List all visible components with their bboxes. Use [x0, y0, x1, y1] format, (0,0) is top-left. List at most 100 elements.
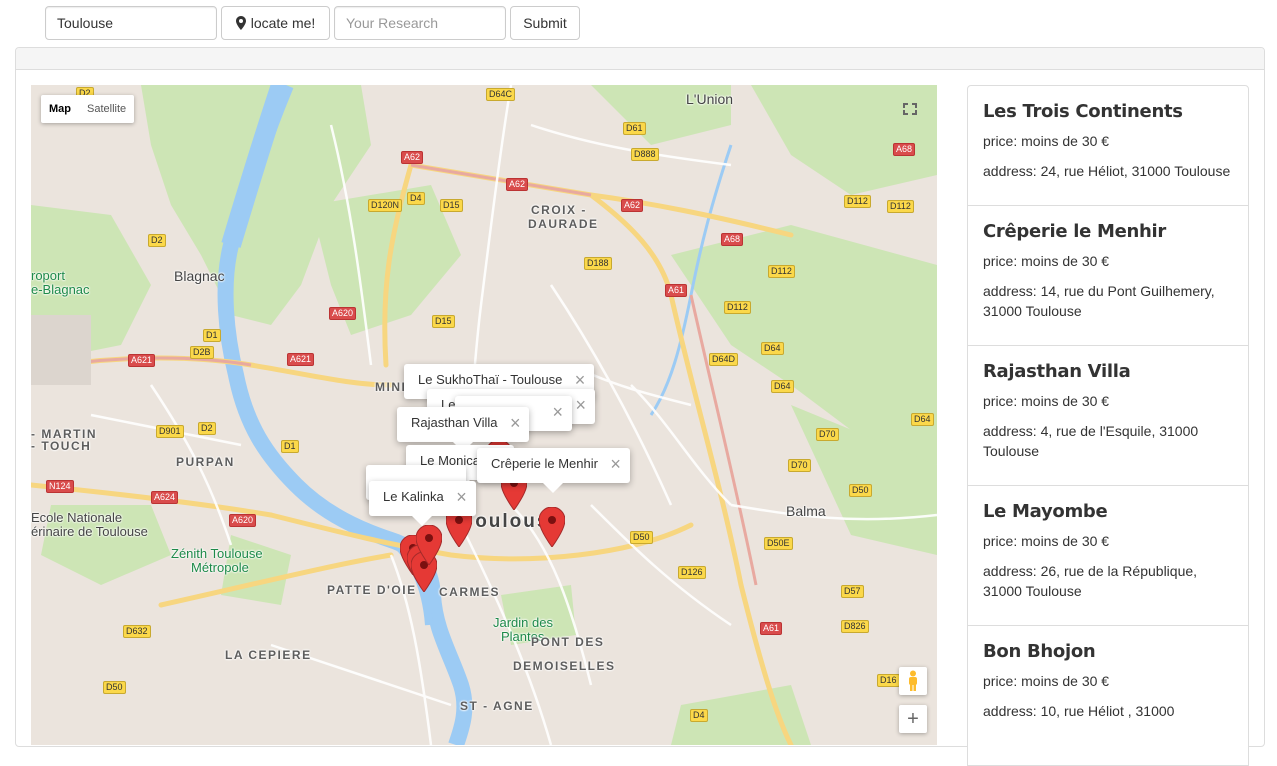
restaurant-list: Les Trois Continents price: moins de 30 …	[967, 85, 1249, 766]
map[interactable]: L'Union CROIX - DAURADE Blagnac MINI PUR…	[31, 85, 937, 745]
map-type-control: Map Satellite	[41, 95, 135, 123]
restaurant-address: address: 24, rue Héliot, 31000 Toulouse	[983, 163, 1231, 179]
restaurant-name: Les Trois Continents	[983, 101, 1183, 122]
location-input[interactable]	[45, 6, 217, 40]
map-label-touch: - TOUCH	[31, 439, 92, 453]
road-shield: D112	[724, 301, 751, 314]
map-type-map-button[interactable]: Map	[41, 95, 79, 123]
zoom-in-button[interactable]: +	[899, 705, 927, 733]
road-shield: D50E	[764, 537, 793, 550]
road-shield: D1	[281, 440, 299, 453]
research-input[interactable]	[334, 6, 506, 40]
road-shield: D2	[148, 234, 166, 247]
road-shield: D64	[771, 380, 794, 393]
road-shield: A620	[229, 514, 257, 527]
close-icon[interactable]: ×	[610, 454, 621, 474]
restaurant-name: Rajasthan Villa	[983, 361, 1131, 382]
restaurant-item[interactable]: Bon Bhojon price: moins de 30 € address:…	[967, 625, 1249, 766]
map-marker-icon	[235, 16, 246, 30]
restaurant-name: Bon Bhojon	[983, 641, 1096, 662]
restaurant-item[interactable]: Les Trois Continents price: moins de 30 …	[967, 85, 1249, 206]
close-icon[interactable]: ×	[575, 370, 586, 390]
map-label-cepiere: LA CEPIERE	[225, 648, 312, 662]
road-shield: A68	[721, 233, 744, 246]
map-label-ecole2: érinaire de Toulouse	[31, 524, 148, 539]
map-label-lunion: L'Union	[686, 91, 734, 107]
close-icon[interactable]: ×	[510, 413, 521, 433]
road-shield: D112	[768, 265, 795, 278]
map-label-carmes: CARMES	[439, 585, 501, 599]
road-shield: N124	[46, 480, 74, 493]
road-shield: D70	[788, 459, 811, 472]
street-view-pegman[interactable]	[899, 667, 927, 695]
restaurant-address: address: 10, rue Héliot , 31000	[983, 703, 1175, 719]
road-shield: D64	[911, 413, 934, 426]
road-shield: D126	[678, 566, 706, 579]
map-label-balma: Balma	[786, 503, 826, 519]
road-shield: A621	[128, 354, 156, 367]
road-shield: A62	[506, 178, 529, 191]
road-shield: D50	[630, 531, 653, 544]
road-shield: D50	[103, 681, 126, 694]
map-label-pont: PONT DES	[531, 635, 605, 649]
road-shield: D4	[690, 709, 708, 722]
map-label-blagnac: Blagnac	[174, 268, 225, 284]
map-type-satellite-button[interactable]: Satellite	[79, 95, 134, 123]
panel-heading	[16, 48, 1264, 70]
submit-button[interactable]: Submit	[510, 6, 580, 40]
road-shield: D1	[203, 329, 221, 342]
map-marker-icon[interactable]	[538, 506, 566, 548]
road-shield: D70	[816, 428, 839, 441]
road-shield: A61	[760, 622, 783, 635]
map-marker-icon[interactable]	[415, 524, 443, 566]
popup-label: Rajasthan Villa	[411, 415, 498, 430]
road-shield: D61	[623, 122, 646, 135]
restaurant-item[interactable]: Crêperie le Menhir price: moins de 30 € …	[967, 205, 1249, 346]
search-toolbar: locate me! Submit	[0, 0, 1277, 46]
map-label-blagnac-airport: e-Blagnac	[31, 282, 90, 297]
close-icon[interactable]: ×	[456, 487, 467, 507]
restaurant-address: address: 4, rue de l'Esquile, 31000 Toul…	[983, 423, 1199, 459]
close-icon[interactable]: ×	[552, 402, 563, 422]
road-shield: D188	[584, 257, 612, 270]
close-icon[interactable]: ×	[575, 395, 586, 415]
road-shield: D64D	[709, 353, 739, 366]
restaurant-price: price: moins de 30 €	[983, 393, 1110, 409]
restaurant-name: Le Mayombe	[983, 501, 1108, 522]
restaurant-price: price: moins de 30 €	[983, 673, 1110, 689]
road-shield: D112	[844, 195, 871, 208]
road-shield: D64C	[486, 88, 516, 101]
road-shield: A61	[665, 284, 688, 297]
map-label-purpan: PURPAN	[176, 455, 235, 469]
map-label-zenith2: Métropole	[191, 560, 249, 575]
road-shield: A620	[329, 307, 357, 320]
road-shield: D632	[123, 625, 151, 638]
fullscreen-button[interactable]	[893, 95, 927, 123]
road-shield: D2	[198, 422, 216, 435]
map-label-stagne: ST - AGNE	[460, 699, 534, 713]
restaurant-item[interactable]: Le Mayombe price: moins de 30 € address:…	[967, 485, 1249, 626]
popup-rajasthan[interactable]: Rajasthan Villa ×	[397, 407, 530, 452]
submit-label: Submit	[523, 15, 567, 31]
road-shield: A62	[621, 199, 644, 212]
road-shield: D120N	[368, 199, 403, 212]
map-label-jardin: Jardin des	[493, 615, 553, 630]
popup-creperie[interactable]: Crêperie le Menhir ×	[477, 448, 630, 493]
road-shield: D57	[841, 585, 864, 598]
road-shield: D4	[407, 192, 425, 205]
pegman-icon	[909, 670, 917, 691]
map-label-minimes: MINI	[375, 380, 407, 394]
fullscreen-icon	[903, 103, 917, 115]
restaurant-price: price: moins de 30 €	[983, 533, 1110, 549]
road-shield: D15	[440, 199, 463, 212]
map-label-ecole: Ecole Nationale	[31, 510, 123, 525]
map-label-pont2: DEMOISELLES	[513, 659, 616, 673]
road-shield: D16	[877, 674, 900, 687]
road-shield: A621	[287, 353, 315, 366]
road-shield: A624	[151, 491, 179, 504]
map-label-croix: CROIX -	[531, 203, 587, 217]
popup-kalinka[interactable]: Le Kalinka ×	[369, 481, 476, 526]
road-shield: D112	[887, 200, 914, 213]
restaurant-item[interactable]: Rajasthan Villa price: moins de 30 € add…	[967, 345, 1249, 486]
locate-me-button[interactable]: locate me!	[221, 6, 330, 40]
